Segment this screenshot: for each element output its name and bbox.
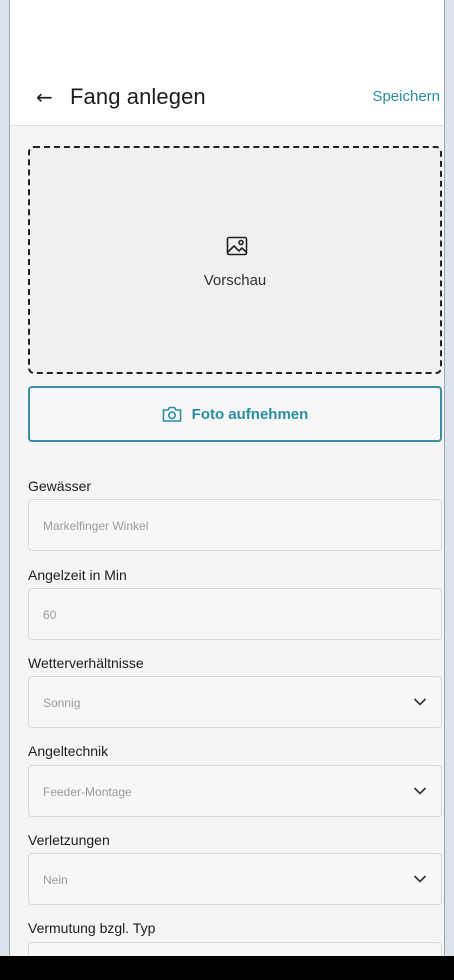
verletzungen-select[interactable]: Nein	[28, 853, 442, 905]
preview-label: Vorschau	[203, 272, 267, 289]
angelzeit-input[interactable]: 60	[28, 588, 442, 640]
gewaesser-input[interactable]: Markelfinger Winkel	[28, 499, 442, 551]
chevron-down-icon	[413, 698, 427, 706]
app-screen: ← Fang anlegen Speichern Vorschau Foto a…	[9, 0, 445, 980]
page-title: Fang anlegen	[70, 84, 206, 109]
photo-preview[interactable]: Vorschau	[28, 146, 442, 374]
field-label-angelzeit: Angelzeit in Min	[28, 567, 127, 583]
chevron-down-icon	[413, 875, 427, 883]
field-label-vermutung: Vermutung bzgl. Typ	[28, 920, 156, 936]
camera-icon	[162, 406, 181, 422]
system-navigation-bar	[0, 956, 454, 980]
field-label-wetter: Wetterverhältnisse	[28, 655, 144, 671]
take-photo-button[interactable]: Foto aufnehmen	[28, 386, 442, 442]
wetter-value: Sonnig	[43, 696, 81, 710]
chevron-down-icon	[413, 787, 427, 795]
field-label-gewaesser: Gewässer	[28, 478, 92, 494]
take-photo-label: Foto aufnehmen	[191, 405, 309, 423]
gewaesser-value: Markelfinger Winkel	[43, 519, 149, 533]
image-icon	[226, 236, 248, 256]
angelzeit-value: 60	[43, 608, 57, 622]
wetter-select[interactable]: Sonnig	[28, 676, 442, 728]
field-label-angeltechnik: Angeltechnik	[28, 743, 109, 759]
back-arrow-icon[interactable]: ←	[36, 86, 58, 108]
angeltechnik-value: Feeder-Montage	[43, 785, 132, 799]
app-header: ← Fang anlegen Speichern	[10, 0, 444, 126]
angeltechnik-select[interactable]: Feeder-Montage	[28, 765, 442, 817]
save-button[interactable]: Speichern	[372, 88, 440, 105]
verletzungen-value: Nein	[43, 873, 68, 887]
field-label-verletzungen: Verletzungen	[28, 832, 110, 848]
